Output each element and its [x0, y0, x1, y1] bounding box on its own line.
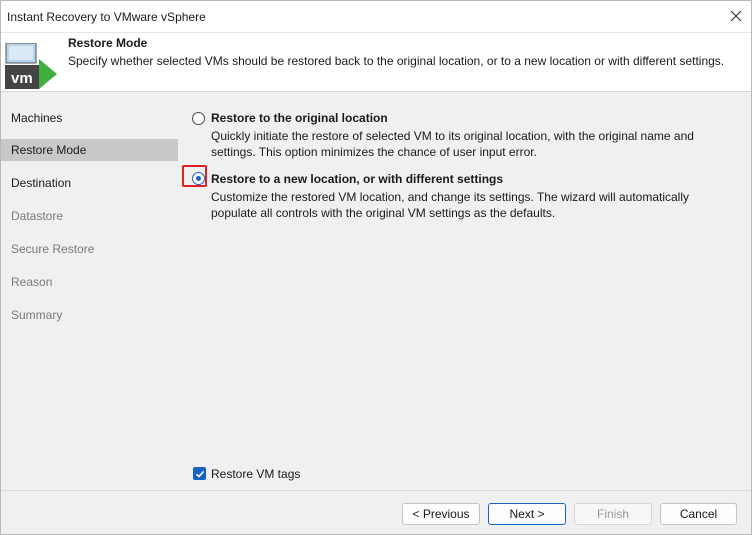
- option-original-label[interactable]: Restore to the original location: [211, 111, 388, 125]
- wizard-footer: < Previous Next > Finish Cancel: [1, 490, 751, 534]
- option-new-location-label[interactable]: Restore to a new location, or with diffe…: [211, 172, 503, 186]
- restore-mode-panel: Restore to the original location Quickly…: [180, 92, 751, 490]
- title-bar: Instant Recovery to VMware vSphere: [1, 1, 751, 33]
- step-machines[interactable]: Machines: [1, 107, 178, 129]
- next-button[interactable]: Next >: [488, 503, 566, 525]
- previous-button[interactable]: < Previous: [402, 503, 480, 525]
- step-datastore: Datastore: [11, 209, 64, 223]
- step-secure-restore: Secure Restore: [11, 242, 95, 256]
- restore-vm-tags-label[interactable]: Restore VM tags: [211, 467, 300, 481]
- option-original-description: Quickly initiate the restore of selected…: [211, 129, 694, 159]
- finish-button: Finish: [574, 503, 652, 525]
- option-new-location-description: Customize the restored VM location, and …: [211, 190, 690, 220]
- page-description: Specify whether selected VMs should be r…: [68, 54, 725, 68]
- page-title: Restore Mode: [68, 36, 148, 50]
- radio-original-location[interactable]: [192, 112, 205, 125]
- restore-vm-tags-checkbox[interactable]: [193, 467, 206, 480]
- window-title: Instant Recovery to VMware vSphere: [7, 10, 206, 24]
- checkmark-icon: [195, 470, 204, 478]
- vm-restore-icon: vm: [5, 42, 59, 91]
- cancel-button[interactable]: Cancel: [660, 503, 737, 525]
- step-restore-mode[interactable]: Restore Mode: [1, 139, 178, 161]
- wizard-window: Instant Recovery to VMware vSphere vm Re…: [0, 0, 752, 535]
- close-icon[interactable]: [725, 4, 747, 28]
- wizard-steps-sidebar: Machines Restore Mode Destination Datast…: [1, 92, 178, 490]
- step-summary: Summary: [11, 308, 63, 322]
- radio-new-location[interactable]: [192, 172, 205, 185]
- step-reason: Reason: [11, 275, 53, 289]
- svg-text:vm: vm: [11, 70, 33, 87]
- wizard-header: vm Restore Mode Specify whether selected…: [1, 33, 751, 92]
- step-destination[interactable]: Destination: [1, 172, 178, 194]
